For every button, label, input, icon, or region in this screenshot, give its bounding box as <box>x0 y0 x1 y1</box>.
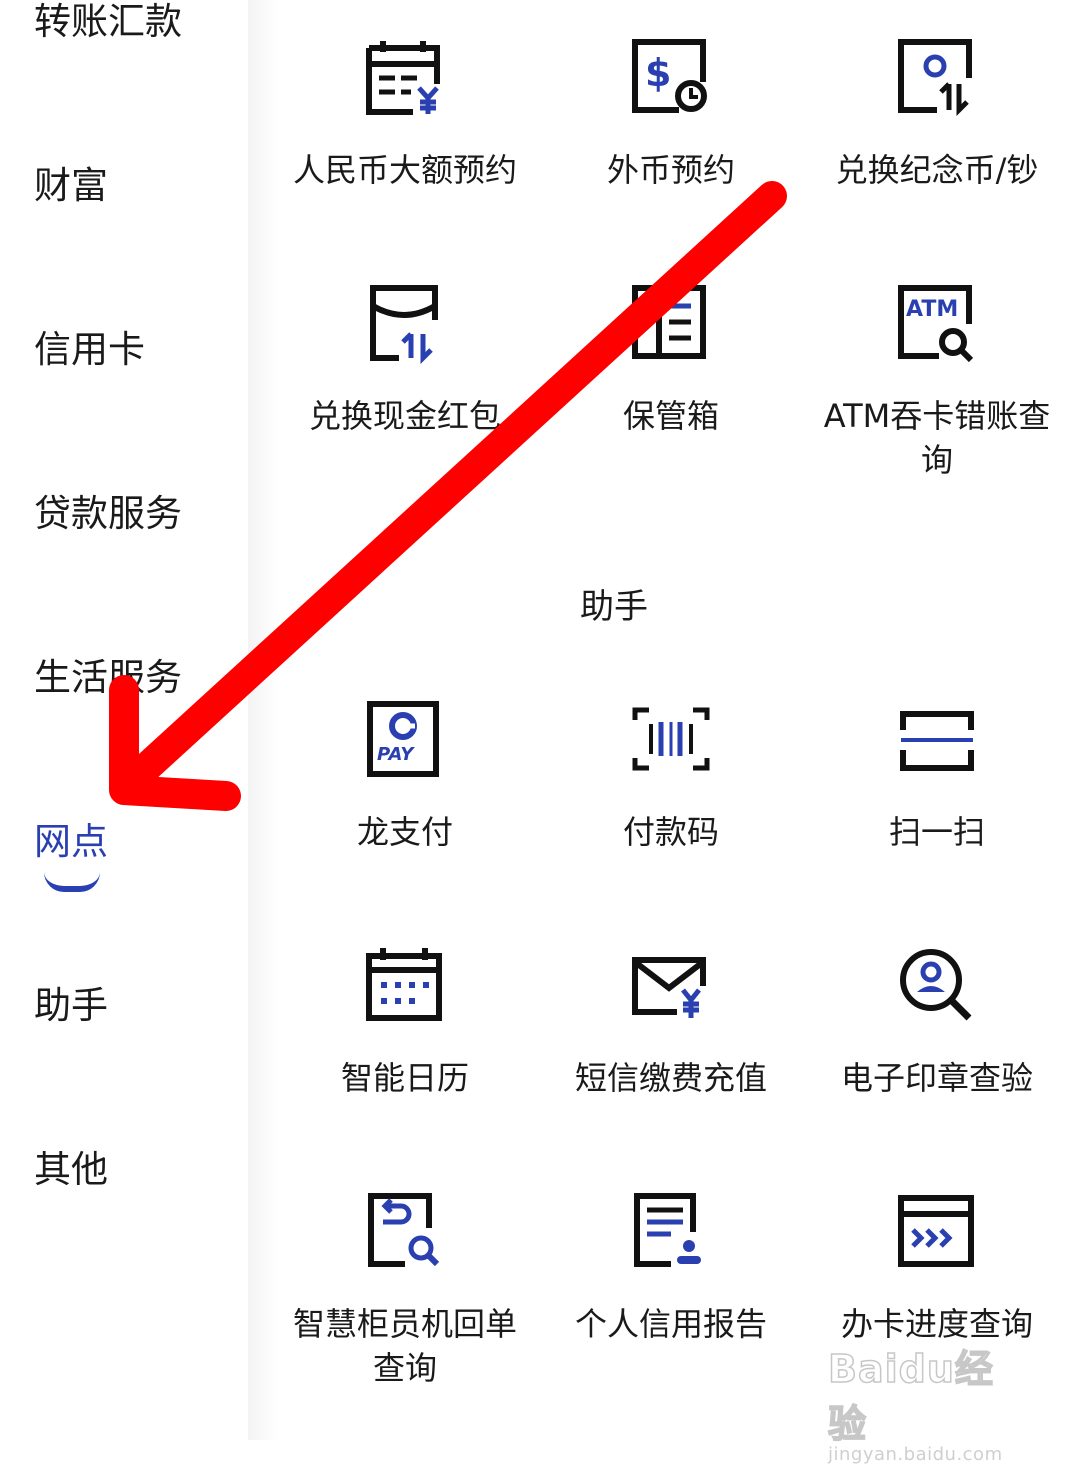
tile-rmb-large-reservation[interactable]: 人民币大额预约 <box>280 38 530 192</box>
tile-label: 付款码 <box>622 813 719 851</box>
baidu-watermark: Baidu经验 jingyan.baidu.com <box>827 1338 1028 1465</box>
sidebar-item-assistant[interactable]: 助手 <box>34 984 108 1028</box>
tile-label: 扫一扫 <box>888 813 985 851</box>
tile-commemorative-coin-exchange[interactable]: 兑换纪念币/钞 <box>812 38 1062 192</box>
sidebar-item-wealth[interactable]: 财富 <box>34 164 108 208</box>
svg-text:PAY: PAY <box>377 744 415 765</box>
watermark-url: jingyan.baidu.com <box>828 1444 1003 1465</box>
red-envelope-exchange-icon <box>370 285 438 364</box>
calendar-icon <box>366 948 442 1021</box>
dollar-clock-icon: $ <box>632 39 707 113</box>
tile-red-envelope-exchange[interactable]: 兑换现金红包 <box>280 284 530 438</box>
atm-search-icon: ATM <box>898 285 974 363</box>
section-title-assistant: 助手 <box>580 587 648 627</box>
tile-label: 龙支付 <box>356 813 453 851</box>
ccb-pay-icon: PAY <box>367 701 439 777</box>
card-progress-icon <box>898 1195 974 1267</box>
tile-atm-card-query[interactable]: ATM ATM吞卡错账查询 <box>812 284 1062 482</box>
tile-label: 保管箱 <box>622 397 719 435</box>
tile-personal-credit-report[interactable]: 个人信用报告 <box>546 1192 796 1346</box>
tile-label: 智能日历 <box>340 1059 469 1097</box>
tile-receipt-query[interactable]: 智慧柜员机回单查询 <box>280 1192 530 1390</box>
category-sidebar: 转账汇款 财富 信用卡 贷款服务 生活服务 网点 助手 其他 <box>0 0 248 1440</box>
tile-label: 人民币大额预约 <box>292 151 517 189</box>
tile-smart-calendar[interactable]: 智能日历 <box>280 946 530 1100</box>
sidebar-item-loan[interactable]: 贷款服务 <box>34 492 182 536</box>
coin-exchange-icon <box>898 39 972 117</box>
barcode-icon <box>632 707 710 771</box>
tile-label: 智慧柜员机回单查询 <box>292 1305 517 1387</box>
sidebar-divider <box>248 0 280 1440</box>
tile-label: ATM吞卡错账查询 <box>823 397 1051 479</box>
receipt-search-icon <box>368 1193 440 1267</box>
sidebar-item-life-services[interactable]: 生活服务 <box>34 656 182 700</box>
tile-safe-deposit-box[interactable]: 保管箱 <box>546 284 796 438</box>
active-indicator <box>44 872 100 892</box>
watermark-text: Baidu经验 <box>827 1346 994 1447</box>
calendar-yuan-icon <box>366 41 440 115</box>
tile-e-seal-verification[interactable]: 电子印章查验 <box>812 946 1062 1100</box>
svg-text:ATM: ATM <box>906 297 958 322</box>
tile-card-progress-query[interactable]: 办卡进度查询 <box>812 1192 1062 1346</box>
seal-search-icon <box>900 949 972 1021</box>
tile-label: 短信缴费充值 <box>574 1059 767 1097</box>
sidebar-item-other[interactable]: 其他 <box>34 1148 108 1192</box>
service-grid: 人民币大额预约 $ 外币预约 兑换纪念币/钞 兑换现金红包 保管箱 ATM AT… <box>280 0 1080 1440</box>
tile-payment-code[interactable]: 付款码 <box>546 700 796 854</box>
tile-long-pay[interactable]: PAY 龙支付 <box>280 700 530 854</box>
sidebar-item-transfer[interactable]: 转账汇款 <box>34 0 182 44</box>
safe-box-icon <box>632 285 706 359</box>
tile-foreign-currency-reservation[interactable]: $ 外币预约 <box>546 38 796 192</box>
sidebar-item-branch[interactable]: 网点 <box>34 820 108 864</box>
tile-sms-payment[interactable]: 短信缴费充值 <box>546 946 796 1100</box>
tile-label: 电子印章查验 <box>840 1059 1033 1097</box>
tile-scan[interactable]: 扫一扫 <box>812 700 1062 854</box>
tile-label: 兑换现金红包 <box>308 397 501 435</box>
svg-text:$: $ <box>645 51 671 95</box>
sidebar-item-credit-card[interactable]: 信用卡 <box>34 328 145 372</box>
tile-label: 兑换纪念币/钞 <box>835 151 1039 189</box>
scan-icon <box>900 711 974 771</box>
tile-label: 个人信用报告 <box>574 1305 767 1343</box>
tile-label: 外币预约 <box>606 151 735 189</box>
mail-yuan-icon <box>632 957 706 1018</box>
credit-report-icon <box>634 1193 701 1267</box>
